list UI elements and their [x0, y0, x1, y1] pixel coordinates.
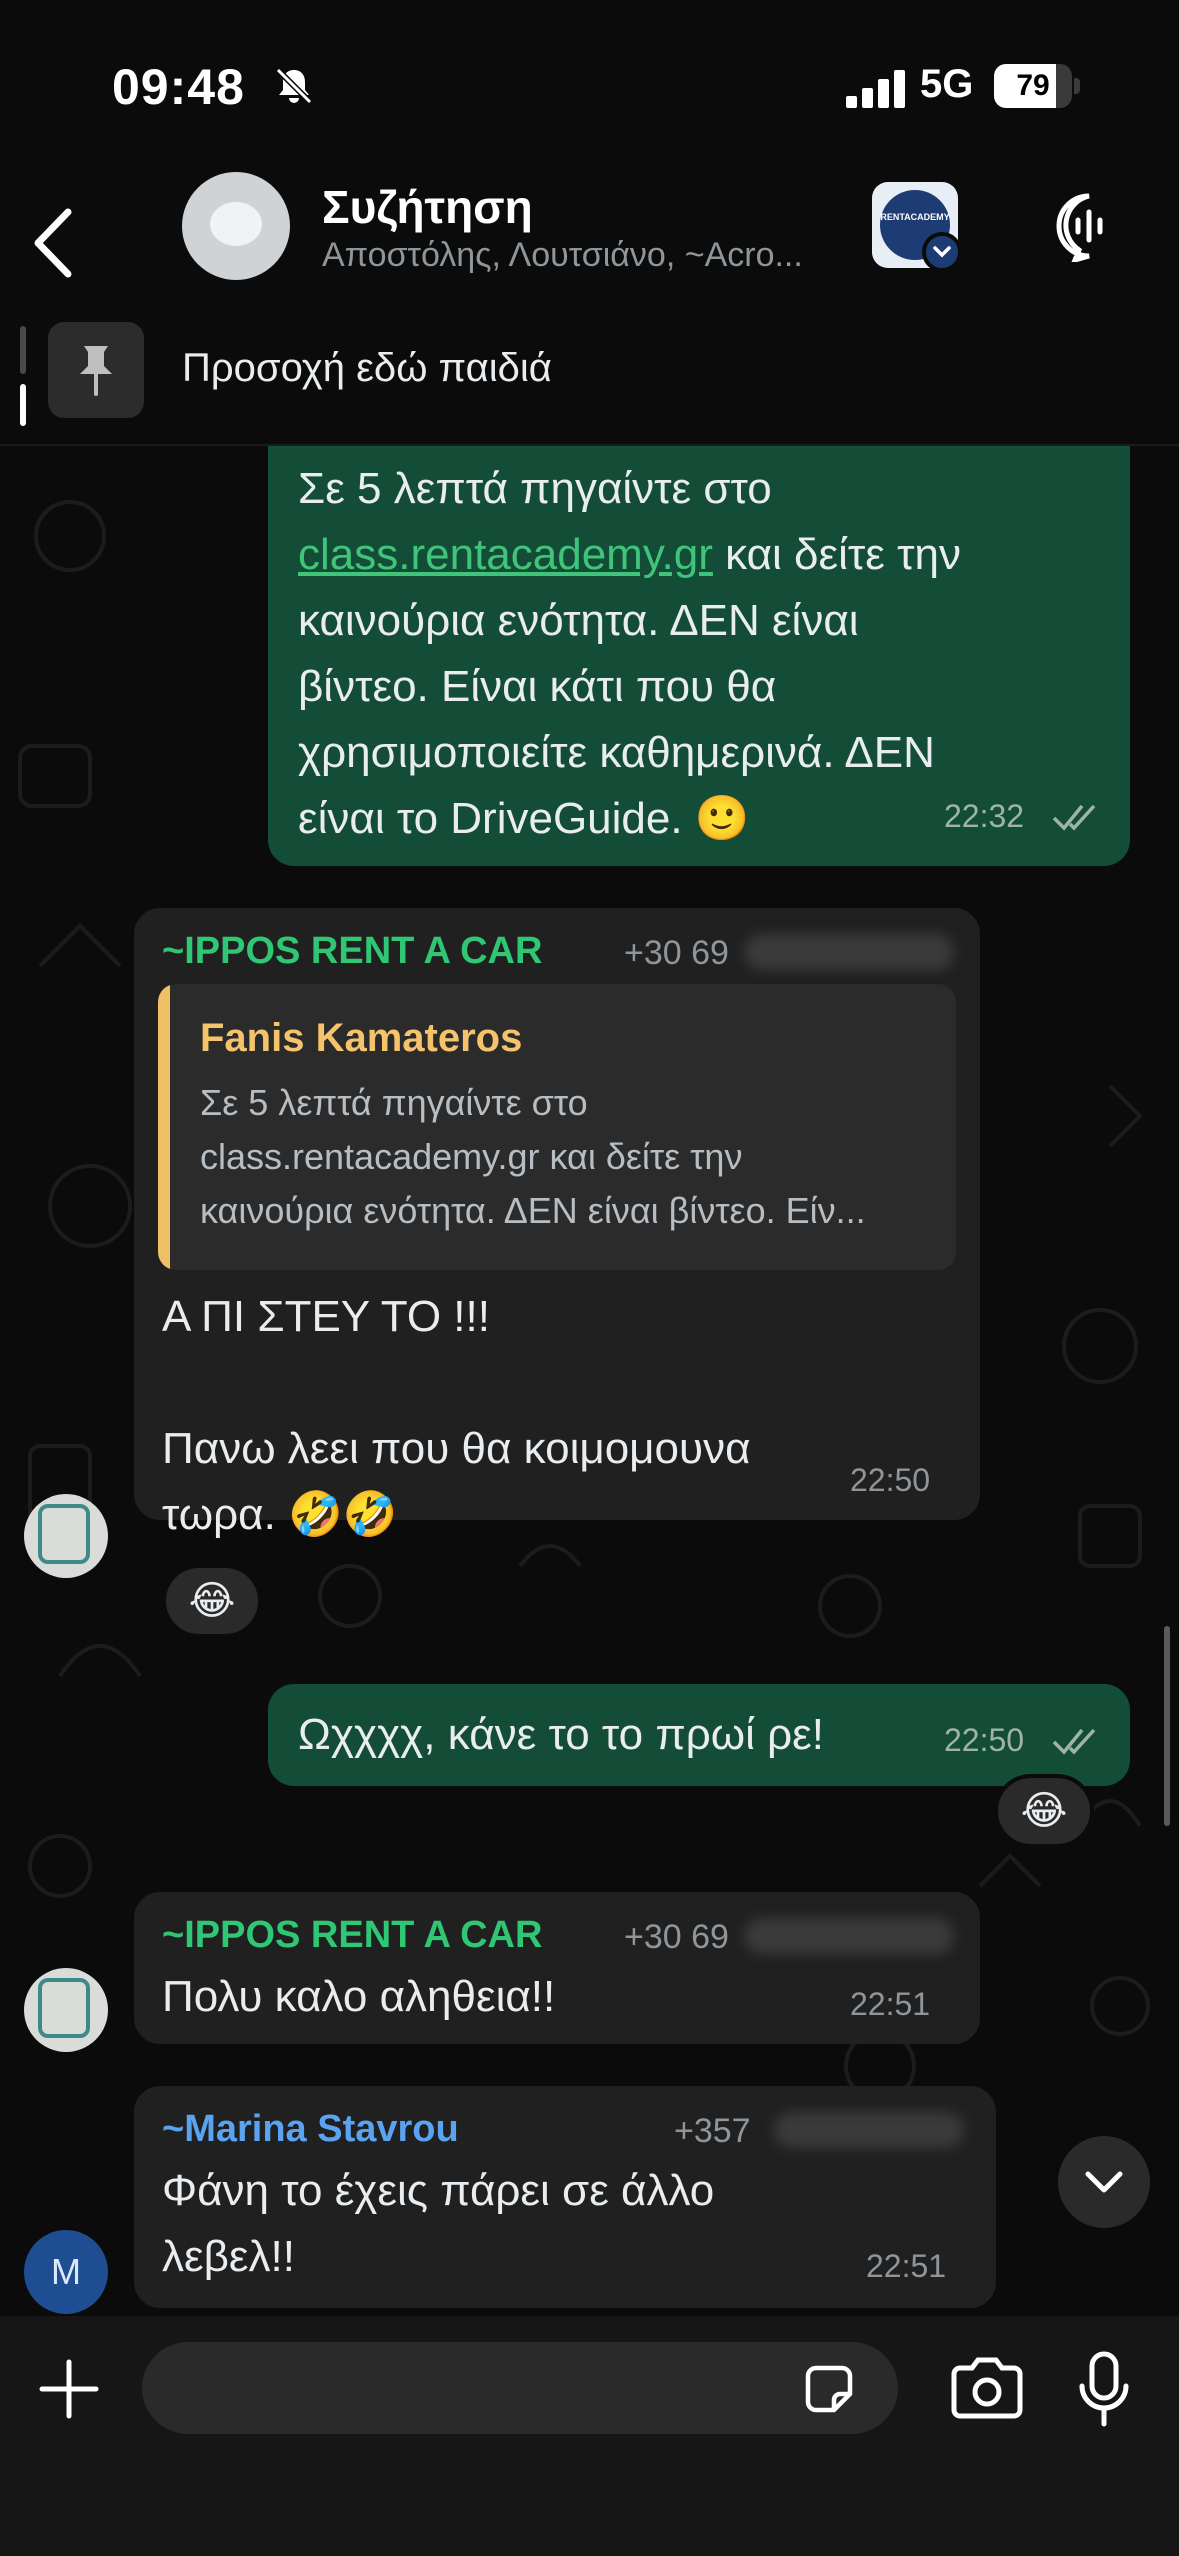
sender-avatar-marina[interactable]: M: [24, 2230, 108, 2314]
message-text: Πολυ καλο αληθεια!!: [162, 1972, 556, 2021]
sticker-icon[interactable]: [800, 2360, 858, 2418]
signal-icon: [846, 70, 905, 108]
message-line: Πανω λεει που θα κοιμομουνα: [162, 1424, 751, 1473]
camera-icon[interactable]: [948, 2356, 1026, 2422]
sender-avatar-ippos[interactable]: [24, 1968, 108, 2052]
message-time: 22:51: [850, 1986, 931, 2022]
quoted-line: Σε 5 λεπτά πηγαίντε στο: [200, 1082, 588, 1123]
message-time: 22:50: [944, 1722, 1025, 1758]
status-time: 09:48: [112, 59, 245, 115]
group-avatar-icon: [210, 202, 262, 246]
back-chevron-icon[interactable]: [22, 198, 92, 288]
battery-indicator: 79: [994, 64, 1080, 108]
sender-avatar-ippos[interactable]: [24, 1494, 108, 1578]
message-sender[interactable]: ~IPPOS RENT A CAR: [162, 1914, 542, 1957]
chevron-down-icon: [1085, 2171, 1123, 2193]
community-logo-text: RENTACADEMY: [880, 212, 950, 222]
message-sender[interactable]: ~Marina Stavrou: [162, 2108, 459, 2151]
chat-participants[interactable]: Αποστόλης, Λουτσιάνο, ~Acro...: [322, 236, 862, 275]
message-input[interactable]: [142, 2342, 898, 2434]
message-time: 22:32: [944, 798, 1025, 834]
chat-header: Συζήτηση Αποστόλης, Λουτσιάνο, ~Acro... …: [0, 170, 1179, 320]
quoted-line: καινούρια ενότητα. ΔΕΝ είναι βίντεο. Είν…: [200, 1190, 866, 1231]
message-line: Σε 5 λεπτά πηγαίντε στο: [298, 464, 772, 513]
pinned-message-bar[interactable]: Προσοχή εδώ παιδιά: [0, 316, 1179, 446]
redacted-phone: [774, 2112, 964, 2148]
message-incoming-5[interactable]: ~Marina Stavrou +357 Φάνη το έχεις πάρει…: [134, 2086, 996, 2308]
message-reaction[interactable]: 😂: [162, 1564, 262, 1638]
redacted-phone: [744, 1918, 954, 1954]
mic-icon[interactable]: [1074, 2350, 1134, 2430]
message-list[interactable]: Σε 5 λεπτά πηγαίντε στο class.rentacadem…: [0, 446, 1179, 2316]
battery-percent: 79: [1016, 69, 1050, 102]
scrollbar-thumb[interactable]: [1164, 1626, 1170, 1826]
message-line: καινούρια ενότητα. ΔΕΝ είναι: [298, 596, 859, 645]
message-link[interactable]: class.rentacademy.gr: [298, 530, 713, 579]
message-line: και δείτε την: [712, 530, 961, 579]
pinned-message-text: Προσοχή εδώ παιδιά: [182, 346, 552, 390]
double-check-icon: [1052, 804, 1096, 831]
chat-title[interactable]: Συζήτηση: [322, 180, 533, 234]
message-line: Φάνη το έχεις πάρει σε άλλο: [162, 2166, 715, 2215]
pin-icon: [48, 322, 144, 418]
scroll-to-bottom-button[interactable]: [1058, 2136, 1150, 2228]
message-outgoing-3[interactable]: Ωχχχχ, κάνε το το πρωί ρε! 22:50: [268, 1684, 1130, 1786]
sender-phone: +30 69: [624, 1918, 729, 1956]
message-reaction[interactable]: 😂: [994, 1774, 1094, 1848]
message-time: 22:51: [866, 2248, 947, 2284]
voice-chat-icon[interactable]: [1054, 192, 1124, 262]
redacted-phone: [744, 934, 954, 970]
message-outgoing-1[interactable]: Σε 5 λεπτά πηγαίντε στο class.rentacadem…: [268, 446, 1130, 866]
message-line: λεβελ!!: [162, 2232, 295, 2281]
status-bar: 09:48 5G 79: [0, 0, 1179, 170]
message-line: βίντεο. Είναι κάτι που θα: [298, 662, 777, 711]
composer-bar: [0, 2316, 1179, 2556]
plus-icon[interactable]: [34, 2354, 104, 2424]
pinned-indicator: [20, 326, 26, 426]
group-avatar[interactable]: [182, 172, 290, 280]
message-time: 22:50: [850, 1462, 931, 1498]
bell-off-icon: [275, 67, 313, 105]
quoted-line: class.rentacademy.gr και δείτε την: [200, 1136, 743, 1177]
community-chevron-icon: [922, 232, 962, 272]
quoted-sender: Fanis Kamateros: [200, 1016, 523, 1060]
sender-phone: +357: [674, 2112, 751, 2150]
sender-phone: +30 69: [624, 934, 729, 972]
message-text: Ωχχχχ, κάνε το το πρωί ρε!: [298, 1710, 824, 1759]
message-line: χρησιμοποιείτε καθημερινά. ΔΕΝ: [298, 728, 935, 777]
double-check-icon: [1052, 1728, 1096, 1755]
message-line: τωρα. 🤣🤣: [162, 1490, 398, 1539]
network-type: 5G: [920, 62, 974, 106]
message-incoming-4[interactable]: ~IPPOS RENT A CAR +30 69 Πολυ καλο αληθε…: [134, 1892, 980, 2044]
quoted-message[interactable]: Fanis Kamateros Σε 5 λεπτά πηγαίντε στο …: [158, 984, 956, 1270]
message-sender[interactable]: ~IPPOS RENT A CAR: [162, 930, 542, 973]
whatsapp-chat-screen: 09:48 5G 79 Συζήτηση Αποστόλης, Λουτσιάν…: [0, 0, 1179, 2556]
message-line: Α ΠΙ ΣΤΕΥ ΤΟ !!!: [162, 1292, 490, 1341]
message-incoming-2[interactable]: ~IPPOS RENT A CAR +30 69 Fanis Kamateros…: [134, 908, 980, 1539]
